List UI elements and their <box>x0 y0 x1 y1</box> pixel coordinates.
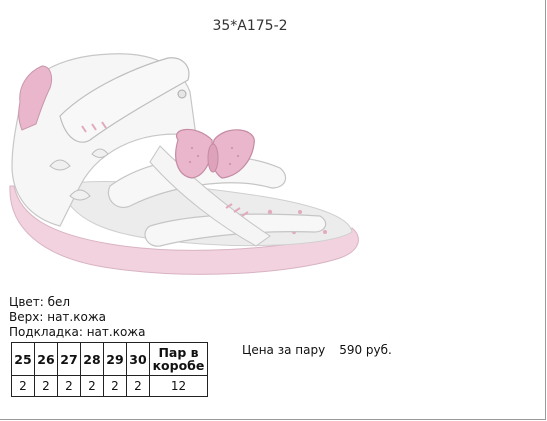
attribute-label: Верх: <box>9 310 44 324</box>
attribute-value: нат.кожа <box>47 310 106 324</box>
attributes-list: Цвет: бел Верх: нат.кожа Подкладка: нат.… <box>9 295 145 340</box>
pairs-header-line2: коробе <box>152 358 205 373</box>
quantity-cell: 2 <box>11 375 35 397</box>
attribute-label: Подкладка: <box>9 325 83 339</box>
attribute-value: нат.кожа <box>86 325 146 339</box>
quantity-cell: 2 <box>34 375 58 397</box>
size-cell: 26 <box>34 342 58 376</box>
size-cell: 29 <box>103 342 127 376</box>
quantity-cell: 2 <box>103 375 127 397</box>
quantity-row: 2 2 2 2 2 2 12 <box>11 375 208 397</box>
attribute-upper: Верх: нат.кожа <box>9 310 145 325</box>
attribute-value: бел <box>47 295 71 309</box>
attribute-label: Цвет: <box>9 295 44 309</box>
size-cell: 27 <box>57 342 81 376</box>
size-header-row: 25 26 27 28 29 30 Пар в коробе <box>11 342 208 376</box>
price-label: Цена за пару <box>242 343 326 357</box>
pairs-total-cell: 12 <box>149 375 208 397</box>
attribute-color: Цвет: бел <box>9 295 145 310</box>
pairs-per-box-header: Пар в коробе <box>149 342 208 376</box>
size-table: 25 26 27 28 29 30 Пар в коробе 2 2 2 2 2… <box>11 342 208 397</box>
quantity-cell: 2 <box>57 375 81 397</box>
size-cell: 30 <box>126 342 150 376</box>
size-cell: 28 <box>80 342 104 376</box>
product-photo <box>9 53 359 275</box>
product-article: 35*A175-2 <box>212 18 288 34</box>
price-value: 590 руб. <box>339 343 392 357</box>
price-line: Цена за пару 590 руб. <box>242 343 392 357</box>
attribute-lining: Подкладка: нат.кожа <box>9 325 145 340</box>
quantity-cell: 2 <box>126 375 150 397</box>
size-cell: 25 <box>11 342 35 376</box>
quantity-cell: 2 <box>80 375 104 397</box>
